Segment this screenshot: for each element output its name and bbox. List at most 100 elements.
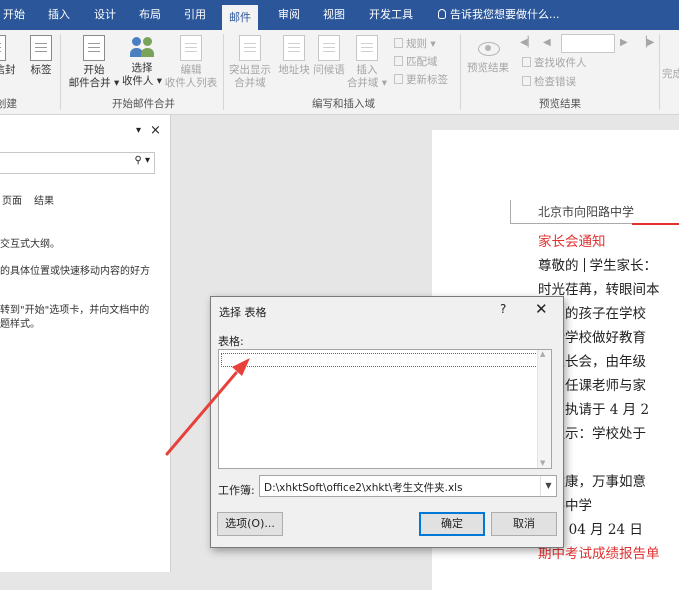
match-fields-icon xyxy=(394,56,403,66)
group-separator xyxy=(223,34,224,110)
chevron-down-icon[interactable]: ▼ xyxy=(540,476,556,496)
nav-tab-results[interactable]: 结果 xyxy=(34,192,54,207)
table-list[interactable]: ▲ ▼ xyxy=(218,349,552,469)
address-block-icon xyxy=(283,35,305,61)
match-fields-button[interactable]: 匹配域 xyxy=(394,55,438,69)
preview-icon xyxy=(475,39,501,59)
preview-results-button[interactable]: 预览结果 xyxy=(463,35,513,75)
group-separator xyxy=(60,34,61,110)
doc-line: 尊敬的 学生家长： xyxy=(538,258,657,274)
tab-references[interactable]: 引用 xyxy=(184,0,206,30)
rules-label: 规则 ▾ xyxy=(406,38,436,50)
tab-home[interactable]: 开始 xyxy=(3,0,25,30)
nav-help-text: 转到"开始"选项卡，并向文档中的 xyxy=(0,305,150,316)
nav-help-text: 题样式。 xyxy=(0,319,40,330)
last-record-button[interactable]: ▕▶ xyxy=(639,36,654,50)
tab-layout[interactable]: 布局 xyxy=(139,0,161,30)
check-errors-button[interactable]: 检查错误 xyxy=(522,75,576,89)
find-recipient-icon xyxy=(522,57,531,67)
previous-record-button[interactable]: ◀ xyxy=(543,36,551,50)
close-button[interactable]: ✕ xyxy=(535,300,548,318)
nav-search-input[interactable]: ⚲ ▾ xyxy=(0,152,155,174)
tab-review[interactable]: 审阅 xyxy=(278,0,300,30)
envelope-icon xyxy=(0,35,6,61)
find-recipient-button[interactable]: 查找收件人 xyxy=(522,56,587,70)
first-record-button[interactable]: ◀▏ xyxy=(520,36,535,50)
tab-insert[interactable]: 插入 xyxy=(48,0,70,30)
address-block-label: 地址块 xyxy=(278,64,310,76)
navigation-pane: ▾ × ⚲ ▾ 页面 结果 交互式大纲。 的具体位置或快速移动内容的好方 转到"… xyxy=(0,115,171,572)
table-list-selection[interactable] xyxy=(221,353,542,367)
check-errors-label: 检查错误 xyxy=(534,76,576,88)
finish-label: 完成 xyxy=(662,68,679,80)
insert-merge-field-icon xyxy=(356,35,378,61)
table-list-scrollbar[interactable]: ▲ ▼ xyxy=(537,350,551,468)
preview-results-label: 预览结果 xyxy=(467,62,509,74)
greeting-line-label: 问候语 xyxy=(313,64,345,76)
highlight-icon xyxy=(239,35,261,61)
edit-recipients-label-1: 编辑 xyxy=(180,64,202,76)
pane-options-icon[interactable]: ▾ xyxy=(136,125,141,136)
doc-title: 家长会通知 xyxy=(538,234,606,250)
highlight-merge-fields-button[interactable]: 突出显示 合并域 xyxy=(226,35,274,90)
ribbon-tab-bar: 开始 插入 设计 布局 引用 邮件 审阅 视图 开发工具 告诉我您想要做什么..… xyxy=(0,0,679,30)
scroll-down-icon[interactable]: ▼ xyxy=(540,459,545,467)
select-recipients-button[interactable]: 选择 收件人 ▾ xyxy=(120,35,164,88)
greeting-line-button[interactable]: 问候语 xyxy=(311,35,347,77)
group-create-label: 创建 xyxy=(0,98,17,110)
page-header-text: 北京市向阳路中学 xyxy=(538,205,635,219)
update-labels-label: 更新标签 xyxy=(406,74,448,86)
insert-merge-field-label-1: 插入 xyxy=(356,64,378,76)
ok-button[interactable]: 确定 xyxy=(419,512,485,536)
greeting-line-icon xyxy=(318,35,340,61)
rules-icon xyxy=(394,38,403,48)
select-recipients-label-2: 收件人 ▾ xyxy=(121,75,163,87)
lightbulb-icon xyxy=(438,9,446,19)
highlight-label-2: 合并域 xyxy=(234,77,266,89)
rules-button[interactable]: 规则 ▾ xyxy=(394,37,436,51)
edit-recipients-label-2: 收件人列表 xyxy=(164,77,218,89)
highlight-label-1: 突出显示 xyxy=(229,64,271,76)
group-separator xyxy=(460,34,461,110)
tell-me-text: 告诉我您想要做什么... xyxy=(450,8,560,21)
tab-developer[interactable]: 开发工具 xyxy=(369,0,413,30)
record-number-input[interactable] xyxy=(561,34,615,53)
help-button[interactable]: ? xyxy=(500,302,506,316)
edit-list-icon xyxy=(180,35,202,61)
search-icon[interactable]: ⚲ ▾ xyxy=(134,155,150,166)
tell-me-box[interactable]: 告诉我您想要做什么... xyxy=(438,0,560,30)
group-start-merge-label: 开始邮件合并 xyxy=(112,98,175,110)
insert-merge-field-button[interactable]: 插入 合并域 ▾ xyxy=(345,35,389,90)
address-block-button[interactable]: 地址块 xyxy=(276,35,312,77)
tab-mailings[interactable]: 邮件 xyxy=(222,5,258,30)
envelopes-label: 信封 xyxy=(0,64,16,76)
check-errors-icon xyxy=(522,76,531,86)
start-merge-icon xyxy=(83,35,105,61)
finish-merge-button[interactable]: 完成 xyxy=(662,68,679,81)
select-recipients-label-1: 选择 xyxy=(131,62,153,74)
labels-icon xyxy=(30,35,52,61)
next-record-button[interactable]: ▶ xyxy=(620,36,628,50)
close-pane-icon[interactable]: × xyxy=(150,123,161,138)
group-write-insert-label: 编写和插入域 xyxy=(312,98,375,110)
start-mail-merge-button[interactable]: 开始 邮件合并 ▾ xyxy=(66,35,122,90)
edit-recipient-list-button[interactable]: 编辑 收件人列表 xyxy=(164,35,218,90)
update-labels-icon xyxy=(394,74,403,84)
update-labels-button[interactable]: 更新标签 xyxy=(394,73,448,87)
ribbon-mailings: 信封 标签 创建 开始 邮件合并 ▾ 选择 收件人 ▾ 编辑 收件人列表 开始邮… xyxy=(0,30,679,115)
options-button[interactable]: 选项(O)... xyxy=(217,512,283,536)
nav-tab-pages[interactable]: 页面 xyxy=(2,192,22,207)
labels-button[interactable]: 标签 xyxy=(26,35,56,77)
envelopes-button[interactable]: 信封 xyxy=(0,35,18,77)
table-label: 表格: xyxy=(218,335,244,348)
workbook-path: D:\xhktSoft\office2\xhkt\考生文件夹.xls xyxy=(264,482,463,494)
scroll-up-icon[interactable]: ▲ xyxy=(540,350,545,358)
tab-view[interactable]: 视图 xyxy=(323,0,345,30)
workbook-combobox[interactable]: D:\xhktSoft\office2\xhkt\考生文件夹.xls ▼ xyxy=(259,475,557,497)
labels-label: 标签 xyxy=(30,64,52,76)
select-table-dialog: 选择 表格 ? ✕ 表格: ▲ ▼ 工作簿: D:\xhktSoft\offic… xyxy=(210,296,564,548)
tab-design[interactable]: 设计 xyxy=(94,0,116,30)
nav-help-text: 的具体位置或快速移动内容的好方 xyxy=(0,266,150,277)
cancel-button[interactable]: 取消 xyxy=(491,512,557,536)
recipients-icon xyxy=(130,35,154,59)
